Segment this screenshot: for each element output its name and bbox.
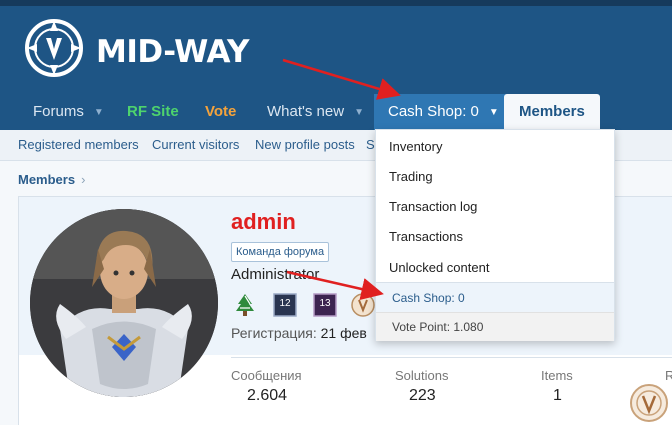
site-header: MID-WAY xyxy=(0,6,672,94)
stat-cut-label: R xyxy=(665,368,672,383)
subnav-new-profile-posts[interactable]: New profile posts xyxy=(255,130,355,160)
nav-forums-label: Forums xyxy=(33,103,84,120)
level-badge-icon[interactable]: 13 xyxy=(313,293,337,317)
stat-items-value[interactable]: 1 xyxy=(553,387,562,405)
menu-cash-shop-balance[interactable]: Cash Shop: 0 xyxy=(376,282,614,313)
stat-messages-value[interactable]: 2.604 xyxy=(247,387,287,405)
level-badge-12: 12 xyxy=(279,298,291,309)
chevron-down-icon[interactable]: ▼ xyxy=(354,95,364,131)
level-badge-icon[interactable]: 12 xyxy=(273,293,297,317)
breadcrumb-members[interactable]: Members xyxy=(18,172,75,187)
nav-rf-site[interactable]: RF Site xyxy=(127,94,179,130)
nav-whats-new[interactable]: What's new ▼ xyxy=(267,94,364,130)
seal-icon[interactable] xyxy=(351,293,375,317)
registration-date: Регистрация: 21 фев xyxy=(231,325,367,341)
user-role: Administrator xyxy=(231,266,320,283)
cash-shop-balance-label: Cash Shop: 0 xyxy=(392,291,465,305)
nav-whats-new-label: What's new xyxy=(267,103,345,120)
avatar-image xyxy=(30,209,218,397)
menu-item-unlocked-content[interactable]: Unlocked content xyxy=(389,260,489,275)
username[interactable]: admin xyxy=(231,209,296,235)
nav-vote[interactable]: Vote xyxy=(205,94,236,130)
seal-icon[interactable] xyxy=(629,383,669,423)
stats-divider xyxy=(231,357,672,358)
stat-items-label: Items xyxy=(541,368,573,383)
nav-cash-shop-label: Cash Shop: 0 xyxy=(388,103,479,120)
breadcrumb: Members › xyxy=(18,172,85,187)
registration-value: 21 фев xyxy=(320,325,367,341)
user-title-badge: Команда форума xyxy=(231,242,330,262)
menu-item-transactions[interactable]: Transactions xyxy=(389,229,463,244)
chevron-down-icon[interactable]: ▼ xyxy=(94,95,104,131)
nav-forums[interactable]: Forums ▼ xyxy=(33,94,104,130)
main-nav: Forums ▼ RF Site Vote What's new ▼ Cash Sh… xyxy=(0,94,672,130)
subnav-current-visitors[interactable]: Current visitors xyxy=(152,130,239,160)
logo-text[interactable]: MID-WAY xyxy=(96,34,249,70)
stat-solutions-label: Solutions xyxy=(395,368,449,383)
avatar[interactable] xyxy=(30,209,218,397)
menu-vote-point-balance: Vote Point: 1.080 xyxy=(376,312,614,341)
stat-messages-label: Сообщения xyxy=(231,368,302,383)
chevron-down-icon[interactable]: ▼ xyxy=(489,95,499,131)
menu-item-inventory[interactable]: Inventory xyxy=(389,139,442,154)
registration-label: Регистрация: xyxy=(231,325,317,341)
subnav-item-cut[interactable]: S xyxy=(366,130,375,160)
level-badge-13: 13 xyxy=(319,298,331,309)
subnav-registered-members[interactable]: Registered members xyxy=(18,130,139,160)
breadcrumb-separator-icon: › xyxy=(81,172,86,187)
menu-item-transaction-log[interactable]: Transaction log xyxy=(389,199,477,214)
nav-members[interactable]: Members xyxy=(504,94,600,130)
nav-cash-shop[interactable]: Cash Shop: 0 ▼ xyxy=(374,94,513,130)
logo-emblem-icon[interactable] xyxy=(24,18,84,78)
stat-solutions-value[interactable]: 223 xyxy=(409,387,436,405)
vote-point-label: Vote Point: 1.080 xyxy=(392,320,484,334)
cash-shop-dropdown: Inventory Trading Transaction log Transa… xyxy=(375,129,615,341)
tree-icon[interactable] xyxy=(233,293,257,317)
menu-item-trading[interactable]: Trading xyxy=(389,169,433,184)
